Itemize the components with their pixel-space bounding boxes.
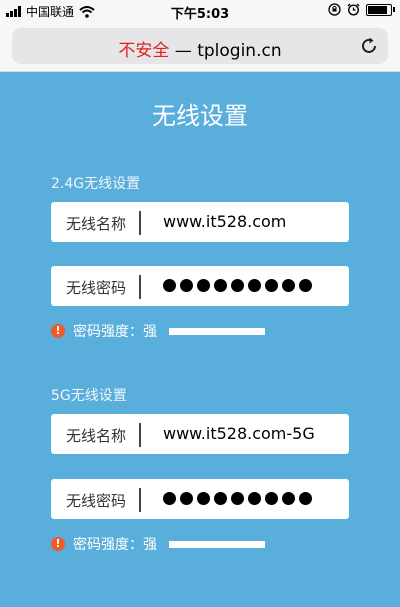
field-divider <box>139 275 141 299</box>
field-divider <box>139 211 141 235</box>
password-dot <box>248 492 261 505</box>
field-divider <box>139 423 141 447</box>
ssid-input-5g[interactable]: www.it528.com-5G <box>163 424 315 443</box>
warning-icon: ! <box>51 537 65 551</box>
password-strength-24g: ! 密码强度：强 <box>51 321 265 341</box>
password-field-24g[interactable]: 无线密码 <box>51 266 349 306</box>
battery-icon <box>366 3 395 16</box>
password-dot <box>282 279 295 292</box>
ssid-field-5g[interactable]: 无线名称 www.it528.com-5G <box>51 414 349 454</box>
password-dot <box>265 279 278 292</box>
password-dot <box>163 492 176 505</box>
strength-label: 密码强度：强 <box>73 324 157 340</box>
strength-bar <box>169 540 265 548</box>
address-bar[interactable]: 不安全 — tplogin.cn <box>12 28 388 64</box>
password-dot <box>180 492 193 505</box>
password-dot <box>214 492 227 505</box>
password-input-5g[interactable] <box>163 488 312 505</box>
password-dot <box>163 279 176 292</box>
password-dot <box>248 279 261 292</box>
field-divider <box>139 488 141 512</box>
password-label: 无线密码 <box>66 279 127 297</box>
section-label-5g: 5G无线设置 <box>51 388 127 404</box>
password-dot <box>197 279 210 292</box>
password-label: 无线密码 <box>66 492 127 510</box>
address-text[interactable]: 不安全 — tplogin.cn <box>12 36 388 61</box>
strength-bar <box>169 327 265 335</box>
wireless-settings-page: 无线设置 2.4G无线设置 无线名称 www.it528.com 无线密码 ! … <box>0 72 400 607</box>
ssid-input-24g[interactable]: www.it528.com <box>163 212 286 231</box>
ssid-label: 无线名称 <box>66 215 127 233</box>
ssid-field-24g[interactable]: 无线名称 www.it528.com <box>51 202 349 242</box>
password-dot <box>197 492 210 505</box>
password-input-24g[interactable] <box>163 275 312 292</box>
warning-icon: ! <box>51 324 65 338</box>
password-dot <box>180 279 193 292</box>
password-strength-5g: ! 密码强度：强 <box>51 534 265 554</box>
password-dot <box>265 492 278 505</box>
url-domain: tplogin.cn <box>197 41 282 61</box>
password-dot <box>299 492 312 505</box>
reload-icon[interactable] <box>359 36 379 56</box>
insecure-warning: 不安全 <box>118 41 170 61</box>
page-title: 无线设置 <box>152 102 248 130</box>
browser-toolbar: 不安全 — tplogin.cn <box>0 22 400 72</box>
password-field-5g[interactable]: 无线密码 <box>51 479 349 519</box>
url-separator: — <box>174 41 192 61</box>
alarm-icon <box>347 3 360 16</box>
status-bar: 中国联通 下午5:03 <box>0 0 400 22</box>
password-dot <box>231 279 244 292</box>
section-label-24g: 2.4G无线设置 <box>51 176 141 192</box>
password-dot <box>214 279 227 292</box>
strength-label: 密码强度：强 <box>73 537 157 553</box>
orientation-lock-icon <box>328 3 341 16</box>
password-dot <box>231 492 244 505</box>
ssid-label: 无线名称 <box>66 427 127 445</box>
password-dot <box>299 279 312 292</box>
password-dot <box>282 492 295 505</box>
